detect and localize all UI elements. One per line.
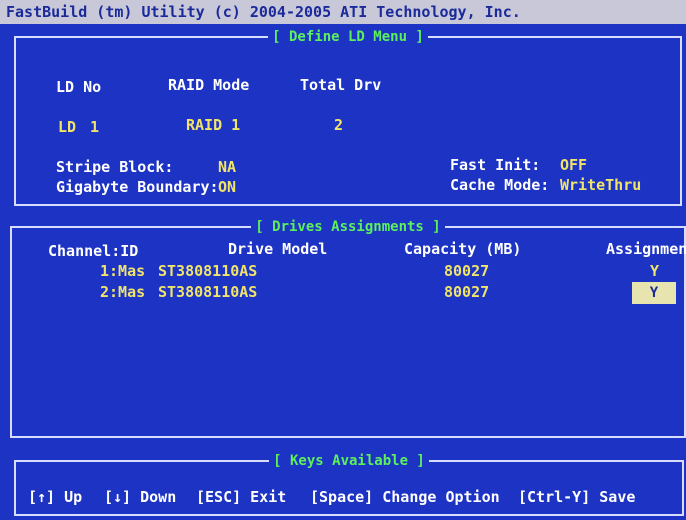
key-down: [↓] Down bbox=[104, 488, 177, 506]
drive-row-1-model: ST3808110AS bbox=[158, 262, 258, 280]
keys-available-title: [ Keys Available ] bbox=[16, 452, 682, 470]
drive-row-2-capacity: 80027 bbox=[444, 283, 490, 301]
stripe-block-label: Stripe Block: bbox=[56, 158, 174, 176]
stripe-block-value[interactable]: NA bbox=[218, 158, 236, 176]
define-ld-title: [ Define LD Menu ] bbox=[16, 28, 680, 46]
window-title: FastBuild (tm) Utility (c) 2004-2005 ATI… bbox=[0, 0, 686, 24]
gigabyte-boundary-value[interactable]: ON bbox=[218, 178, 236, 196]
capacity-header: Capacity (MB) bbox=[404, 240, 522, 258]
bios-screen: FastBuild (tm) Utility (c) 2004-2005 ATI… bbox=[0, 0, 686, 520]
raid-mode-header: RAID Mode bbox=[168, 76, 250, 94]
gigabyte-boundary-label: Gigabyte Boundary: bbox=[56, 178, 219, 196]
drive-row-1-channel: 1:Mas bbox=[100, 262, 146, 280]
drive-row-1-capacity: 80027 bbox=[444, 262, 490, 280]
total-drv-value[interactable]: 2 bbox=[334, 116, 343, 134]
ld-no-header: LD No bbox=[56, 78, 102, 96]
raid-mode-value[interactable]: RAID 1 bbox=[186, 116, 240, 134]
drives-assignments-title: [ Drives Assignments ] bbox=[12, 218, 684, 236]
ld-no-label[interactable]: LD bbox=[58, 118, 76, 136]
key-esc: [ESC] Exit bbox=[196, 488, 287, 506]
channel-id-header: Channel:ID bbox=[48, 242, 139, 260]
assignment-header: Assignment bbox=[606, 240, 686, 258]
drive-row-2-assignment-selected[interactable]: Y bbox=[632, 282, 676, 304]
drive-model-header: Drive Model bbox=[228, 240, 328, 258]
drive-row-2-channel: 2:Mas bbox=[100, 283, 146, 301]
drives-assignments-title-text: [ Drives Assignments ] bbox=[251, 219, 445, 235]
fast-init-value[interactable]: OFF bbox=[560, 156, 587, 174]
keys-available-title-text: [ Keys Available ] bbox=[269, 453, 429, 469]
ld-no-value[interactable]: 1 bbox=[90, 118, 99, 136]
drive-row-2-assignment[interactable]: Y bbox=[650, 285, 658, 301]
fast-init-label: Fast Init: bbox=[450, 156, 541, 174]
key-save: [Ctrl-Y] Save bbox=[518, 488, 636, 506]
drive-row-2-model: ST3808110AS bbox=[158, 283, 258, 301]
total-drv-header: Total Drv bbox=[300, 76, 382, 94]
define-ld-title-text: [ Define LD Menu ] bbox=[268, 29, 428, 45]
drive-row-1-assignment[interactable]: Y bbox=[650, 262, 659, 280]
key-up: [↑] Up bbox=[28, 488, 83, 506]
cache-mode-value[interactable]: WriteThru bbox=[560, 176, 641, 194]
cache-mode-label: Cache Mode: bbox=[450, 176, 550, 194]
key-space: [Space] Change Option bbox=[310, 488, 500, 506]
